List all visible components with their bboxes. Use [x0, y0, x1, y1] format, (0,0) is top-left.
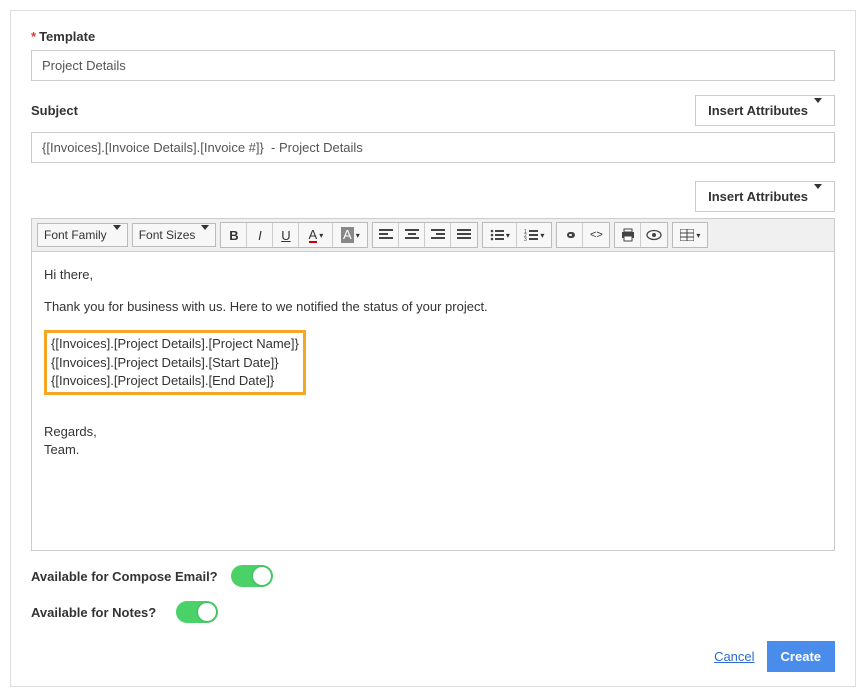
bullet-list-icon [490, 229, 504, 241]
form-footer: Cancel Create [31, 641, 835, 672]
link-icon [563, 228, 577, 242]
print-button[interactable] [615, 223, 641, 247]
eye-icon [646, 229, 662, 241]
align-center-button[interactable] [399, 223, 425, 247]
compose-toggle[interactable] [231, 565, 273, 587]
bg-color-button[interactable]: A▾ [333, 223, 367, 247]
code-button[interactable]: <> [583, 223, 609, 247]
merge-var-line: {[Invoices].[Project Details].[Project N… [51, 335, 299, 353]
text-color-button[interactable]: A▾ [299, 223, 333, 247]
link-button[interactable] [557, 223, 583, 247]
subject-label: Subject [31, 103, 78, 118]
cancel-link[interactable]: Cancel [714, 649, 754, 664]
align-left-button[interactable] [373, 223, 399, 247]
align-justify-icon [457, 229, 471, 241]
subject-input[interactable] [31, 132, 835, 163]
align-right-button[interactable] [425, 223, 451, 247]
compose-toggle-label: Available for Compose Email? [31, 569, 231, 584]
notes-toggle-row: Available for Notes? [31, 601, 835, 623]
merge-var-line: {[Invoices].[Project Details].[End Date]… [51, 372, 299, 390]
notes-toggle-label: Available for Notes? [31, 605, 176, 620]
align-left-icon [379, 229, 393, 241]
preview-button[interactable] [641, 223, 667, 247]
compose-toggle-row: Available for Compose Email? [31, 565, 835, 587]
bullet-list-button[interactable]: ▾ [483, 223, 517, 247]
template-name-input[interactable] [31, 50, 835, 81]
number-list-button[interactable]: 123▾ [517, 223, 551, 247]
font-size-select[interactable]: Font Sizes [132, 223, 217, 247]
template-form-panel: *Template Subject Insert Attributes Inse… [10, 10, 856, 687]
editor-intro: Thank you for business with us. Here to … [44, 298, 822, 316]
align-center-icon [405, 229, 419, 241]
underline-button[interactable]: U [273, 223, 299, 247]
create-button[interactable]: Create [767, 641, 835, 672]
table-button[interactable]: ▾ [673, 223, 707, 247]
merge-variables-highlight: {[Invoices].[Project Details].[Project N… [44, 330, 306, 395]
chevron-down-icon [814, 98, 822, 118]
editor-greeting: Hi there, [44, 266, 822, 284]
bold-button[interactable]: B [221, 223, 247, 247]
merge-var-line: {[Invoices].[Project Details].[Start Dat… [51, 354, 299, 372]
rich-text-editor[interactable]: Hi there, Thank you for business with us… [31, 251, 835, 551]
insert-attributes-body-button[interactable]: Insert Attributes [695, 181, 835, 212]
chevron-down-icon [201, 225, 209, 240]
print-icon [621, 228, 635, 242]
chevron-down-icon [113, 225, 121, 240]
template-name-field: *Template [31, 29, 835, 81]
align-right-icon [431, 229, 445, 241]
number-list-icon: 123 [524, 229, 538, 241]
svg-text:3: 3 [524, 237, 527, 241]
insert-attributes-subject-button[interactable]: Insert Attributes [695, 95, 835, 126]
table-icon [680, 229, 694, 241]
template-label: *Template [31, 29, 95, 44]
chevron-down-icon [814, 184, 822, 204]
italic-button[interactable]: I [247, 223, 273, 247]
editor-toolbar: Font Family Font Sizes B I U A▾ A▾ ▾ 123… [31, 218, 835, 251]
editor-sign2: Team. [44, 441, 822, 459]
subject-field: Subject Insert Attributes [31, 95, 835, 163]
align-justify-button[interactable] [451, 223, 477, 247]
font-family-select[interactable]: Font Family [37, 223, 128, 247]
notes-toggle[interactable] [176, 601, 218, 623]
editor-sign1: Regards, [44, 423, 822, 441]
